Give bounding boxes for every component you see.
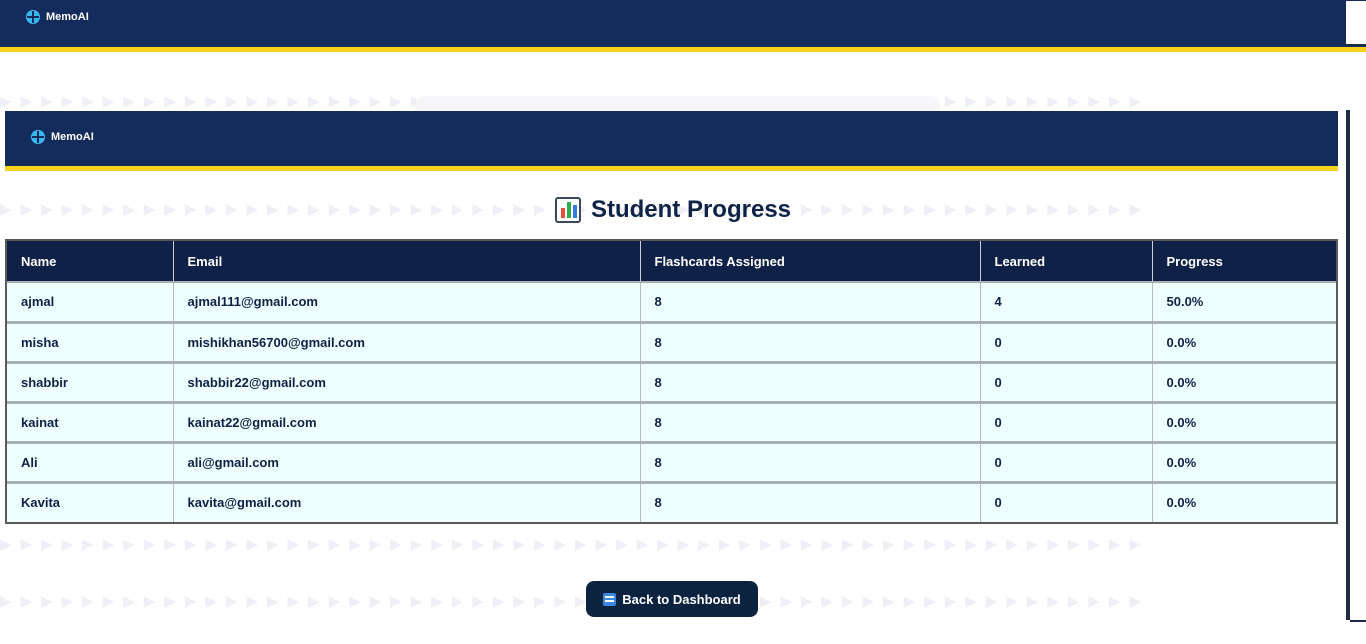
- cell-progress: 0.0%: [1152, 320, 1336, 362]
- cell-learned: 0: [980, 400, 1153, 442]
- column-header-learned: Learned: [980, 241, 1153, 282]
- cell-progress: 0.0%: [1152, 440, 1336, 482]
- back-to-dashboard-button[interactable]: Back to Dashboard: [586, 581, 758, 617]
- cell-name: Kavita: [7, 480, 174, 522]
- cell-email: kavita@gmail.com: [173, 480, 641, 522]
- cell-learned: 0: [980, 480, 1153, 522]
- cell-assigned: 8: [640, 440, 981, 482]
- cell-assigned: 8: [640, 281, 981, 322]
- student-progress-table: Name Email Flashcards Assigned Learned P…: [5, 239, 1338, 524]
- table-row: Ali ali@gmail.com 8 0 0.0%: [7, 440, 1336, 482]
- frame-divider: [1346, 44, 1366, 46]
- brand-link[interactable]: MemoAI: [31, 130, 94, 144]
- brand-link[interactable]: MemoAI: [26, 10, 89, 24]
- page-title: Student Progress: [0, 196, 1346, 224]
- navbar-edge-line: [1346, 0, 1366, 1]
- table-row: Kavita kavita@gmail.com 8 0 0.0%: [7, 480, 1336, 522]
- brain-logo-icon: [31, 130, 45, 144]
- brand-name: MemoAI: [46, 11, 89, 23]
- cell-email: ali@gmail.com: [173, 440, 641, 482]
- table-row: kainat kainat22@gmail.com 8 0 0.0%: [7, 400, 1336, 442]
- cell-assigned: 8: [640, 480, 981, 522]
- inner-navbar: MemoAI: [5, 111, 1338, 171]
- cell-name: misha: [7, 320, 174, 362]
- cell-assigned: 8: [640, 400, 981, 442]
- cell-email: shabbir22@gmail.com: [173, 360, 641, 402]
- brand-name: MemoAI: [51, 131, 94, 143]
- cell-progress: 0.0%: [1152, 400, 1336, 442]
- cell-email: kainat22@gmail.com: [173, 400, 641, 442]
- cell-name: kainat: [7, 400, 174, 442]
- column-header-assigned: Flashcards Assigned: [640, 241, 981, 282]
- frame-divider: [1350, 620, 1366, 622]
- background-pattern: ▶▶▶▶▶▶▶▶▶▶▶▶▶▶▶▶▶▶▶▶▶▶▶▶▶▶▶▶▶▶▶▶▶▶▶▶▶▶▶▶…: [0, 535, 1150, 551]
- cell-progress: 0.0%: [1152, 480, 1336, 522]
- navbar-edge: [1346, 0, 1366, 45]
- top-navbar: MemoAI: [0, 0, 1366, 52]
- column-header-progress: Progress: [1152, 241, 1336, 282]
- table-row: shabbir shabbir22@gmail.com 8 0 0.0%: [7, 360, 1336, 402]
- cell-progress: 0.0%: [1152, 360, 1336, 402]
- column-header-name: Name: [7, 241, 174, 282]
- cell-name: shabbir: [7, 360, 174, 402]
- table-header-row: Name Email Flashcards Assigned Learned P…: [7, 241, 1336, 282]
- brain-logo-icon: [26, 10, 40, 24]
- cell-learned: 0: [980, 320, 1153, 362]
- cell-learned: 0: [980, 440, 1153, 482]
- cell-learned: 4: [980, 281, 1153, 322]
- page-title-text: Student Progress: [590, 196, 792, 223]
- cell-email: mishikhan56700@gmail.com: [173, 320, 641, 362]
- cell-name: Ali: [7, 440, 174, 482]
- cell-learned: 0: [980, 360, 1153, 402]
- cell-assigned: 8: [640, 320, 981, 362]
- cell-email: ajmal111@gmail.com: [173, 281, 641, 322]
- back-button-label: Back to Dashboard: [622, 591, 741, 607]
- frame-divider: [1346, 110, 1350, 620]
- cell-name: ajmal: [7, 281, 174, 322]
- table-row: misha mishikhan56700@gmail.com 8 0 0.0%: [7, 320, 1336, 362]
- cell-assigned: 8: [640, 360, 981, 402]
- back-icon: [603, 592, 617, 606]
- cell-progress: 50.0%: [1152, 281, 1336, 322]
- table-row: ajmal ajmal111@gmail.com 8 4 50.0%: [7, 281, 1336, 322]
- column-header-email: Email: [173, 241, 641, 282]
- bar-chart-icon: [554, 197, 581, 223]
- background-card: [415, 96, 940, 112]
